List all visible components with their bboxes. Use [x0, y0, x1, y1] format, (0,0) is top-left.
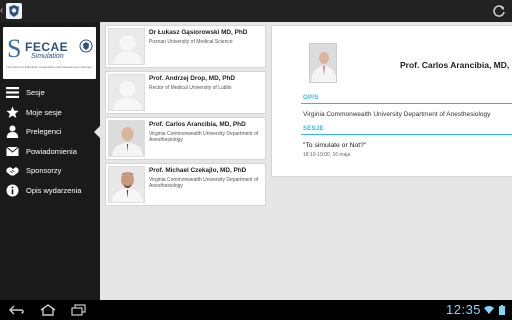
content-area: Dr Łukasz Gąsiorowski MD, PhD Poznan Uni…: [100, 22, 512, 300]
speaker-list: Dr Łukasz Gąsiorowski MD, PhD Poznan Uni…: [105, 25, 266, 209]
speaker-name: Prof. Carlos Arancibia, MD, PhD: [149, 121, 246, 128]
nav-item-moje-sesje[interactable]: Moje sesje: [0, 103, 100, 123]
event-logo: S FECAE Simulation The Forum of Educatio…: [3, 27, 96, 79]
logo-letter: S: [7, 34, 22, 63]
section-divider: [301, 134, 512, 135]
logo-title: FECAE: [25, 40, 69, 54]
info-icon: [6, 184, 19, 197]
emblem-icon: [79, 39, 93, 53]
navigation-drawer: S FECAE Simulation The Forum of Educatio…: [0, 22, 100, 300]
nav-label: Sesje: [26, 88, 45, 97]
speaker-detail-name: Prof. Carlos Arancibia, MD, Ph: [400, 60, 512, 70]
speaker-name: Dr Łukasz Gąsiorowski MD, PhD: [149, 29, 248, 36]
recent-apps-icon[interactable]: [70, 304, 88, 316]
logo-subtitle: Simulation: [31, 53, 64, 60]
home-icon[interactable]: [39, 304, 57, 316]
person-icon: [6, 125, 19, 139]
refresh-icon[interactable]: [492, 4, 506, 18]
speaker-card-selected[interactable]: Prof. Carlos Arancibia, MD, PhD Virginia…: [105, 117, 266, 160]
section-divider: [301, 103, 512, 104]
speaker-affiliation: Poznan University of Medical Science: [149, 39, 233, 45]
star-icon: [6, 106, 19, 118]
nav-item-prelegenci[interactable]: Prelegenci: [0, 122, 100, 142]
nav-item-powiadomienia[interactable]: Powiadomienia: [0, 142, 100, 162]
menu-icon: [6, 87, 19, 98]
battery-icon: [499, 305, 505, 315]
nav-label: Moje sesje: [26, 107, 62, 117]
speaker-affiliation: Rector of Medical University of Lublin: [149, 85, 232, 91]
nav-item-sesje[interactable]: Sesje: [0, 83, 100, 103]
section-header-opis: OPIS: [303, 95, 319, 101]
speaker-description: Virginia Commonwealth University Departm…: [303, 111, 491, 118]
nav-label: Opis wydarzenia: [26, 185, 82, 195]
avatar-placeholder-icon: [108, 28, 145, 65]
mail-icon: [6, 146, 19, 156]
status-clock: 12:35: [446, 302, 482, 317]
nav-label: Prelegenci: [26, 127, 62, 137]
wifi-icon: [484, 306, 494, 314]
session-title-link[interactable]: "To simulate or Not?": [303, 142, 366, 149]
avatar-placeholder-icon: [108, 74, 145, 111]
app-logo-icon[interactable]: [6, 3, 22, 19]
action-bar: ‹: [0, 0, 512, 22]
nav-label: Powiadomienia: [26, 146, 77, 156]
speaker-affiliation: Virginia Commonwealth University Departm…: [149, 131, 259, 144]
system-bar: 12:35: [0, 300, 512, 320]
speaker-detail-photo: [309, 43, 337, 83]
nav-item-sponsorzy[interactable]: Sponsorzy: [0, 161, 100, 181]
nav-item-opis-wydarzenia[interactable]: Opis wydarzenia: [0, 181, 100, 201]
speaker-affiliation: Virginia Commonwealth University Departm…: [149, 177, 259, 190]
back-icon[interactable]: [8, 304, 26, 316]
session-time: 18:10-19:00, 16 maja: [303, 152, 351, 158]
speaker-name: Prof. Michael Czekajlo, MD, PhD: [149, 167, 247, 174]
speaker-detail-panel: Prof. Carlos Arancibia, MD, Ph OPIS Virg…: [271, 25, 512, 177]
speaker-photo: [108, 166, 145, 203]
speaker-card[interactable]: Prof. Michael Czekajlo, MD, PhD Virginia…: [105, 163, 266, 206]
nav-label: Sponsorzy: [26, 166, 62, 176]
speaker-photo: [108, 120, 145, 157]
section-header-sesje: SESJE: [303, 126, 324, 132]
nav-list: Sesje Moje sesje Prelegenci Powiadomieni…: [0, 83, 100, 201]
speaker-name: Prof. Andrzej Drop, MD, PhD: [149, 75, 236, 82]
handshake-icon: [6, 167, 19, 176]
speaker-card[interactable]: Prof. Andrzej Drop, MD, PhD Rector of Me…: [105, 71, 266, 114]
app-screen: ‹ S FECAE Simulation The Forum of Educat…: [0, 0, 512, 320]
speaker-card[interactable]: Dr Łukasz Gąsiorowski MD, PhD Poznan Uni…: [105, 25, 266, 68]
logo-tagline: The Forum of Education Cooperation and A…: [6, 65, 92, 69]
